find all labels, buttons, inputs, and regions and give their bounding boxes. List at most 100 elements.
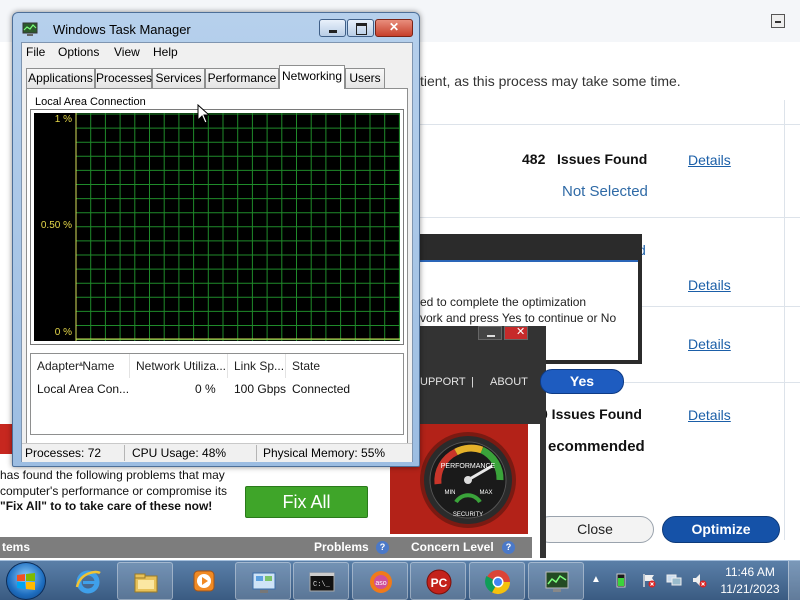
divider [420,217,800,218]
pc-icon-text: PC [431,576,448,590]
taskbar-aso[interactable]: aso [352,562,408,600]
issues-count-row-4: 0 Issues Found [540,406,642,422]
maximize-button[interactable] [347,19,374,37]
recommended-label: ecommended [548,438,645,455]
yes-button[interactable]: Yes [540,369,624,394]
dialog-text-line-1: ed to complete the optimization [420,295,587,309]
cell-adapter: Local Area Con... [37,382,130,396]
tab-applications[interactable]: Applications [26,68,95,88]
task-manager-icon [545,571,569,592]
gauge-bottom-label: SECURITY [453,512,483,518]
optimizer-note: tient, as this process may take some tim… [420,73,681,89]
graph-label: Local Area Connection [35,96,146,108]
taskbar-control-panel[interactable] [235,562,291,600]
start-button[interactable] [6,562,46,600]
graph-grid [75,113,400,341]
dark-close-button[interactable] [504,325,528,340]
mouse-cursor-icon [197,104,211,124]
task-manager-client: File Options View Help Applications Proc… [21,42,413,462]
clock-date[interactable]: 11/21/2023 [716,582,784,596]
fix-all-button[interactable]: Fix All [245,486,368,518]
col-header-adapter-name[interactable]: ▲ Adapter Name [31,354,130,378]
details-link-4[interactable]: Details [688,407,731,423]
task-manager-app-icon [22,22,38,36]
clock-time[interactable]: 11:46 AM [722,565,778,579]
status-processes: Processes: 72 [25,446,102,460]
performance-gauge-icon: PERFORMANCE MIN MAX SECURITY [420,432,516,528]
y-tick-max: 1 % [54,114,72,125]
items-header: tems [2,540,31,554]
scroll-track [784,100,785,540]
taskbar-chrome[interactable] [469,562,525,600]
issues-label: Issues Found [557,151,648,167]
help-icon[interactable]: ? [376,541,389,554]
details-link-1[interactable]: Details [688,152,731,168]
tab-processes[interactable]: Processes [95,68,152,88]
adapter-table: ▲ Adapter Name Network Utiliza... Link S… [30,353,404,435]
close-button[interactable]: Close [536,516,654,543]
taskbar-cmd[interactable]: C:\_ [293,562,349,600]
col-header-link-speed[interactable]: Link Sp... [228,354,286,378]
media-player-icon [193,570,215,592]
graph-frame: 1 % 0.50 % 0 % [30,109,404,345]
taskbar-pc-app[interactable]: PC [410,562,466,600]
issues-count: 482 [522,151,546,167]
link-separator: | [471,376,474,388]
menu-file[interactable]: File [26,45,45,59]
warning-text-line-1: has found the following problems that ma… [0,468,225,482]
taskbar-task-manager[interactable] [528,562,584,600]
help-icon[interactable]: ? [502,541,515,554]
action-center-flag-icon[interactable] [641,572,657,588]
control-panel-icon [252,572,276,593]
show-hidden-icons-icon[interactable]: ▲ [591,574,601,585]
cell-link-speed: 100 Gbps [234,382,287,396]
gauge-top-label: PERFORMANCE [441,463,496,470]
menu-view[interactable]: View [114,45,140,59]
task-manager-window: Windows Task Manager File Options View H… [12,12,420,467]
internet-explorer-icon [75,570,101,594]
details-link-2[interactable]: Details [688,277,731,293]
tab-performance[interactable]: Performance [205,68,279,88]
tab-services[interactable]: Services [152,68,205,88]
volume-muted-icon[interactable] [691,572,707,588]
dark-minimize-button[interactable] [478,326,502,340]
status-bar: Processes: 72 CPU Usage: 48% Physical Me… [22,443,412,462]
status-divider [124,445,125,461]
y-tick-min: 0 % [54,327,72,338]
sort-arrow-icon: ▲ [77,359,85,368]
tab-users[interactable]: Users [345,68,385,88]
cell-state: Connected [292,382,351,396]
tab-networking[interactable]: Networking [279,65,345,89]
warning-text-line-2: computer's performance or compromise its [0,484,228,498]
network-graph: 1 % 0.50 % 0 % [34,113,400,341]
details-link-3[interactable]: Details [688,336,731,352]
cell-utilization: 0 % [195,382,216,396]
menu-bar: File Options View Help [22,43,412,61]
windows-logo-icon [17,573,35,590]
chrome-icon [485,570,510,595]
menu-options[interactable]: Options [58,45,99,59]
network-icon[interactable] [666,572,682,588]
menu-help[interactable]: Help [153,45,178,59]
status-divider [256,445,257,461]
close-window-button[interactable] [375,19,413,37]
about-link[interactable]: ABOUT [490,376,528,388]
optimize-button[interactable]: Optimize [662,516,780,543]
folder-icon [134,573,158,593]
minimize-button[interactable] [319,19,346,37]
col-header-state[interactable]: State [286,354,403,378]
taskbar-explorer[interactable] [117,562,173,600]
dialog-text-line-2: vork and press Yes to continue or No [420,311,617,325]
support-link[interactable]: UPPORT [420,376,466,388]
cmd-icon-text: C:\_ [313,581,331,589]
problems-header: Problems [314,540,369,554]
show-desktop-button[interactable] [788,561,800,600]
col-header-label: Adapter Name [37,359,115,373]
y-tick-mid: 0.50 % [40,220,72,231]
taskbar-media-player[interactable] [176,562,232,600]
optimizer-minimize-button[interactable] [771,14,785,28]
battery-icon[interactable] [613,572,629,588]
taskbar-ie[interactable] [60,562,116,600]
divider [420,124,800,125]
col-header-network-utilization[interactable]: Network Utiliza... [130,354,228,378]
